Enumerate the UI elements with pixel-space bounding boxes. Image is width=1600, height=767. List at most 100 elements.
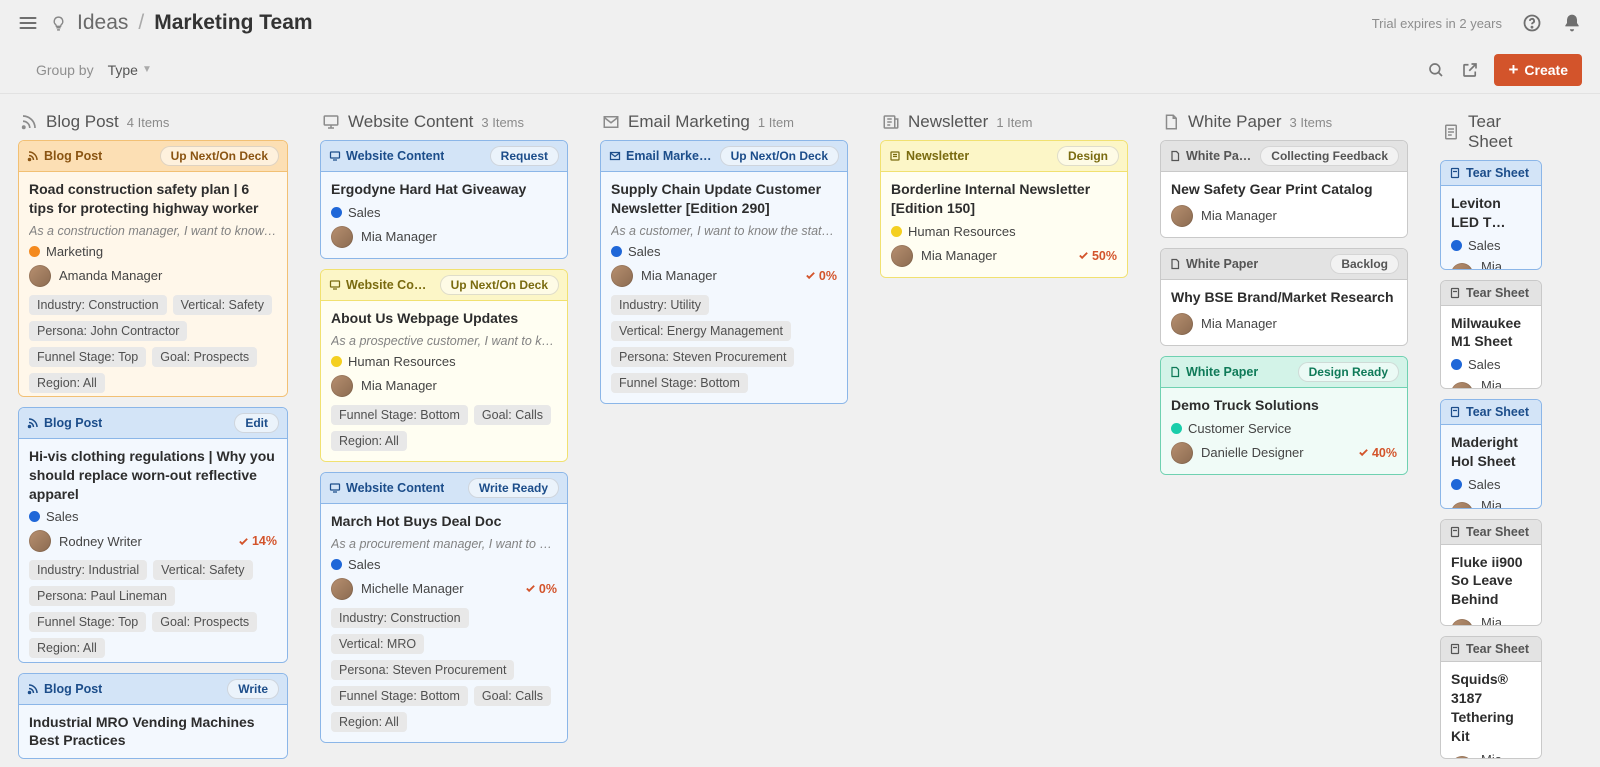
tag[interactable]: Persona: Steven Procurement	[611, 347, 794, 367]
tag[interactable]: Funnel Stage: Bottom	[331, 686, 468, 706]
card-header: Blog PostWrite	[19, 674, 287, 705]
dept-dot-icon	[331, 356, 342, 367]
card[interactable]: White PaperDesign ReadyDemo Truck Soluti…	[1160, 356, 1408, 475]
card[interactable]: Blog PostUp Next/On DeckRoad constructio…	[18, 140, 288, 397]
card-type-label: White Paper	[1186, 257, 1258, 271]
type-icon	[27, 150, 39, 162]
type-icon	[889, 150, 901, 162]
card-assignee: Mia Manager	[1451, 498, 1531, 509]
column-title: Website Content	[348, 112, 473, 132]
card-stage-badge: Write	[227, 679, 279, 699]
column-scroll[interactable]: Website ContentRequestErgodyne Hard Hat …	[320, 140, 576, 743]
tag[interactable]: Goal: Prospects	[152, 347, 257, 367]
card[interactable]: Tear SheetSquids® 3187 Tethering KitMia …	[1440, 636, 1542, 759]
tag[interactable]: Industry: Industrial	[29, 560, 147, 580]
tag[interactable]: Persona: Paul Lineman	[29, 586, 175, 606]
menu-icon[interactable]	[18, 13, 38, 33]
card[interactable]: Website ContentWrite ReadyMarch Hot Buys…	[320, 472, 568, 743]
tag[interactable]: Funnel Stage: Top	[29, 347, 146, 367]
avatar	[29, 265, 51, 287]
breadcrumb-parent[interactable]: Ideas	[77, 11, 128, 35]
share-icon[interactable]	[1460, 60, 1480, 80]
column-scroll[interactable]: Tear SheetLeviton LED T…SalesMia Manager…	[1440, 160, 1550, 759]
card-progress: 0%	[805, 269, 837, 283]
card-department: Sales	[29, 509, 277, 524]
progress-value: 14%	[252, 534, 277, 548]
card-assignee: Mia Manager	[331, 226, 557, 248]
tag[interactable]: Funnel Stage: Top	[29, 612, 146, 632]
bell-icon[interactable]	[1562, 13, 1582, 33]
card[interactable]: Website ContentRequestErgodyne Hard Hat …	[320, 140, 568, 259]
card-body: Squids® 3187 Tethering KitMia Manager	[1441, 662, 1541, 759]
dept-name: Marketing	[46, 244, 103, 259]
card[interactable]: Blog PostWriteIndustrial MRO Vending Mac…	[18, 673, 288, 759]
card[interactable]: White PaperCollecting FeedbackNew Safety…	[1160, 140, 1408, 238]
type-icon	[1449, 643, 1461, 655]
tag[interactable]: Region: All	[29, 638, 105, 658]
tag[interactable]: Persona: Steven Procurement	[331, 660, 514, 680]
dept-dot-icon	[29, 246, 40, 257]
tag[interactable]: Region: All	[29, 373, 105, 393]
column-email-marketing: Email Marketing1 ItemEmail MarketingUp N…	[600, 108, 856, 759]
tag[interactable]: Region: All	[331, 712, 407, 732]
card-type-label: White Paper	[1186, 365, 1258, 379]
breadcrumb-current[interactable]: Marketing Team	[154, 11, 312, 35]
tag[interactable]: Funnel Stage: Bottom	[331, 405, 468, 425]
help-icon[interactable]	[1522, 13, 1542, 33]
tag[interactable]: Vertical: Safety	[153, 560, 252, 580]
card[interactable]: Tear SheetFluke ii900 So Leave BehindMia…	[1440, 519, 1542, 627]
card[interactable]: Tear SheetLeviton LED T…SalesMia Manager	[1440, 160, 1542, 270]
card-title: Borderline Internal Newsletter [Edition …	[891, 180, 1117, 218]
card[interactable]: NewsletterDesignBorderline Internal News…	[880, 140, 1128, 278]
card-body: Borderline Internal Newsletter [Edition …	[881, 172, 1127, 277]
card[interactable]: Tear SheetMaderight Hol SheetSalesMia Ma…	[1440, 399, 1542, 509]
card-body: Why BSE Brand/Market ResearchMia Manager	[1161, 280, 1407, 345]
tag[interactable]: Goal: Calls	[474, 686, 551, 706]
card-title: Why BSE Brand/Market Research	[1171, 288, 1397, 307]
tag[interactable]: Funnel Stage: Bottom	[611, 373, 748, 393]
column-scroll[interactable]: NewsletterDesignBorderline Internal News…	[880, 140, 1136, 278]
column-scroll[interactable]: Email MarketingUp Next/On DeckSupply Cha…	[600, 140, 856, 404]
card-title: Demo Truck Solutions	[1171, 396, 1397, 415]
card-type: Website Content	[329, 149, 444, 163]
group-by-value: Type	[108, 62, 138, 78]
card-type: Newsletter	[889, 149, 969, 163]
tag[interactable]: Vertical: Safety	[173, 295, 272, 315]
assignee-name: Mia Manager	[921, 248, 997, 263]
avatar	[331, 226, 353, 248]
tag[interactable]: Industry: Construction	[29, 295, 167, 315]
tag[interactable]: Industry: Utility	[611, 295, 709, 315]
tag[interactable]: Goal: Prospects	[152, 612, 257, 632]
app-header: Ideas / Marketing Team Trial expires in …	[0, 0, 1600, 46]
dept-name: Sales	[628, 244, 661, 259]
card[interactable]: Tear SheetMilwaukee M1 SheetSalesMia Man…	[1440, 280, 1542, 390]
tag[interactable]: Region: All	[331, 431, 407, 451]
create-button[interactable]: + Create	[1494, 54, 1582, 86]
dept-name: Human Resources	[348, 354, 456, 369]
card-department: Sales	[1451, 477, 1531, 492]
tag[interactable]: Vertical: Energy Management	[611, 321, 791, 341]
card-assignee: Amanda Manager	[29, 265, 277, 287]
type-icon	[329, 279, 341, 291]
card[interactable]: Website Conte…Up Next/On DeckAbout Us We…	[320, 269, 568, 462]
avatar	[1451, 756, 1473, 759]
monitor-icon	[322, 113, 340, 131]
create-label: Create	[1524, 62, 1568, 78]
card-assignee: Danielle Designer40%	[1171, 442, 1397, 464]
tag[interactable]: Persona: John Contractor	[29, 321, 187, 341]
card[interactable]: Blog PostEditHi-vis clothing regulations…	[18, 407, 288, 663]
board[interactable]: Blog Post4 ItemsBlog PostUp Next/On Deck…	[0, 94, 1600, 767]
card-title: Leviton LED T…	[1451, 194, 1531, 232]
tag[interactable]: Goal: Calls	[474, 405, 551, 425]
group-by-select[interactable]: Type ▼	[108, 62, 152, 78]
tag[interactable]: Vertical: MRO	[331, 634, 424, 654]
column-scroll[interactable]: Blog PostUp Next/On DeckRoad constructio…	[18, 140, 296, 759]
dept-dot-icon	[891, 226, 902, 237]
tag[interactable]: Industry: Construction	[331, 608, 469, 628]
search-icon[interactable]	[1426, 60, 1446, 80]
column-scroll[interactable]: White PaperCollecting FeedbackNew Safety…	[1160, 140, 1416, 475]
column-title: Tear Sheet	[1468, 112, 1540, 152]
lightbulb-icon	[50, 15, 67, 32]
card[interactable]: White PaperBacklogWhy BSE Brand/Market R…	[1160, 248, 1408, 346]
card[interactable]: Email MarketingUp Next/On DeckSupply Cha…	[600, 140, 848, 404]
